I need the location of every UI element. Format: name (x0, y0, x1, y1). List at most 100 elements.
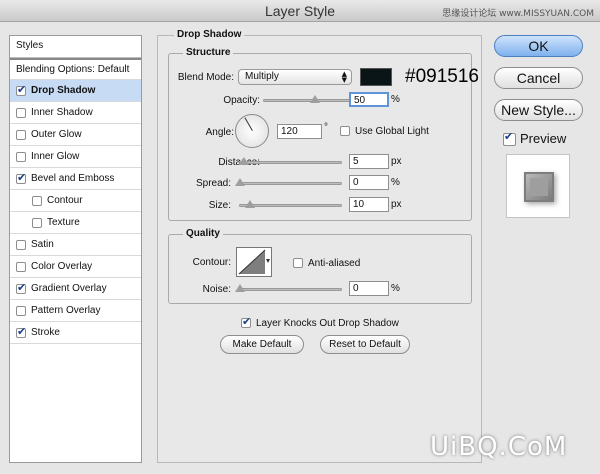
blend-mode-value: Multiply (245, 71, 279, 82)
size-input[interactable]: 10 (349, 197, 389, 212)
size-unit: px (391, 199, 402, 210)
watermark: UiBQ.CoM (430, 432, 568, 462)
style-item-checkbox[interactable] (16, 261, 26, 272)
style-item-gradient-overlay[interactable]: Gradient Overlay (10, 278, 141, 300)
knocks-out-label: Layer Knocks Out Drop Shadow (256, 318, 399, 329)
styles-list: Styles Blending Options: Default Drop Sh… (9, 35, 142, 463)
style-item-inner-shadow[interactable]: Inner Shadow (10, 102, 141, 124)
blend-mode-label: Blend Mode: (177, 72, 234, 83)
size-slider-knob[interactable] (245, 200, 256, 208)
style-item-label: Pattern Overlay (31, 305, 101, 316)
watermark-top: 思缘设计论坛 www.MISSYUAN.COM (442, 9, 594, 19)
title-bar: Layer Style 思缘设计论坛 www.MISSYUAN.COM (0, 0, 600, 22)
contour-preview[interactable] (236, 247, 272, 277)
contour-curve-icon (238, 249, 270, 275)
use-global-light-checkbox[interactable] (340, 126, 350, 136)
ok-button[interactable]: OK (494, 35, 583, 57)
opacity-input[interactable]: 50 (349, 92, 389, 107)
spread-slider-knob[interactable] (235, 178, 245, 186)
noise-input[interactable]: 0 (349, 281, 389, 296)
updown-arrows-icon: ▲ ▼ (341, 70, 347, 84)
shadow-color-swatch[interactable] (360, 68, 392, 86)
style-item-checkbox[interactable] (16, 83, 26, 96)
preview-thumbnail (506, 154, 570, 218)
use-global-light-label: Use Global Light (355, 126, 429, 137)
style-item-drop-shadow[interactable]: Drop Shadow (10, 80, 141, 102)
style-item-checkbox[interactable] (16, 305, 26, 316)
style-item-label: Color Overlay (31, 261, 93, 272)
contour-label: Contour: (192, 257, 231, 268)
style-item-checkbox[interactable] (16, 239, 26, 250)
size-slider[interactable] (239, 200, 342, 208)
angle-input[interactable]: 120 (277, 124, 322, 139)
style-item-checkbox[interactable] (16, 151, 26, 162)
reset-default-button[interactable]: Reset to Default (320, 335, 410, 354)
spread-slider[interactable] (235, 178, 342, 186)
styles-header[interactable]: Styles (10, 36, 141, 58)
style-item-contour[interactable]: Contour (10, 190, 141, 212)
preview-checkbox[interactable] (503, 130, 516, 146)
size-label: Size: (208, 200, 231, 211)
noise-slider[interactable] (235, 284, 342, 292)
style-item-label: Contour (47, 195, 83, 206)
noise-unit: % (391, 283, 400, 294)
style-item-inner-glow[interactable]: Inner Glow (10, 146, 141, 168)
style-item-color-overlay[interactable]: Color Overlay (10, 256, 141, 278)
spread-label: Spread: (195, 178, 231, 189)
style-item-label: Inner Glow (31, 151, 80, 162)
noise-label: Noise: (202, 284, 231, 295)
opacity-unit: % (391, 94, 400, 105)
quality-group: Quality Contour: Anti-aliased Noise: 0 % (168, 228, 472, 304)
style-item-label: Stroke (31, 327, 60, 338)
anti-aliased-checkbox[interactable] (293, 258, 303, 268)
style-item-pattern-overlay[interactable]: Pattern Overlay (10, 300, 141, 322)
knocks-out-checkbox[interactable] (241, 315, 251, 328)
style-item-checkbox[interactable] (32, 217, 42, 228)
style-item-outer-glow[interactable]: Outer Glow (10, 124, 141, 146)
new-style-button[interactable]: New Style... (494, 99, 583, 121)
style-item-label: Texture (47, 217, 80, 228)
noise-slider-knob[interactable] (235, 284, 245, 292)
angle-unit: ° (324, 122, 328, 133)
blend-mode-select[interactable]: Multiply ▲ ▼ (238, 69, 352, 85)
blending-options-item[interactable]: Blending Options: Default (10, 58, 141, 80)
anti-aliased-label: Anti-aliased (308, 258, 361, 269)
drop-shadow-panel: Drop Shadow Structure Blend Mode: Multip… (157, 29, 482, 463)
distance-unit: px (391, 156, 402, 167)
dialog-body: Styles Blending Options: Default Drop Sh… (0, 22, 600, 474)
style-item-checkbox[interactable] (32, 195, 42, 206)
style-item-checkbox[interactable] (16, 325, 26, 338)
style-item-label: Drop Shadow (31, 85, 96, 96)
style-item-checkbox[interactable] (16, 281, 26, 294)
style-item-satin[interactable]: Satin (10, 234, 141, 256)
style-item-checkbox[interactable] (16, 171, 26, 184)
style-item-label: Inner Shadow (31, 107, 93, 118)
style-item-stroke[interactable]: Stroke (10, 322, 141, 344)
panel-title: Drop Shadow (174, 29, 245, 40)
style-item-label: Satin (31, 239, 54, 250)
opacity-label: Opacity: (223, 95, 260, 106)
distance-slider[interactable] (239, 157, 342, 165)
preview-label: Preview (520, 131, 567, 146)
spread-unit: % (391, 177, 400, 188)
distance-slider-knob[interactable] (239, 157, 250, 165)
distance-input[interactable]: 5 (349, 154, 389, 169)
cancel-button[interactable]: Cancel (494, 67, 583, 89)
color-hex-label: #091516 (405, 66, 479, 87)
angle-dial[interactable] (235, 114, 269, 148)
style-item-checkbox[interactable] (16, 107, 26, 118)
opacity-slider-knob[interactable] (309, 95, 320, 103)
make-default-button[interactable]: Make Default (220, 335, 304, 354)
style-item-label: Gradient Overlay (31, 283, 107, 294)
angle-label: Angle: (205, 127, 234, 138)
angle-dial-hand (244, 117, 253, 131)
style-item-checkbox[interactable] (16, 129, 26, 140)
style-item-label: Outer Glow (31, 129, 82, 140)
structure-title: Structure (183, 47, 234, 58)
style-item-texture[interactable]: Texture (10, 212, 141, 234)
style-item-bevel-and-emboss[interactable]: Bevel and Emboss (10, 168, 141, 190)
quality-title: Quality (183, 228, 223, 239)
structure-group: Structure Blend Mode: Multiply ▲ ▼ #09151… (168, 47, 479, 221)
preview-square (524, 172, 554, 202)
spread-input[interactable]: 0 (349, 175, 389, 190)
